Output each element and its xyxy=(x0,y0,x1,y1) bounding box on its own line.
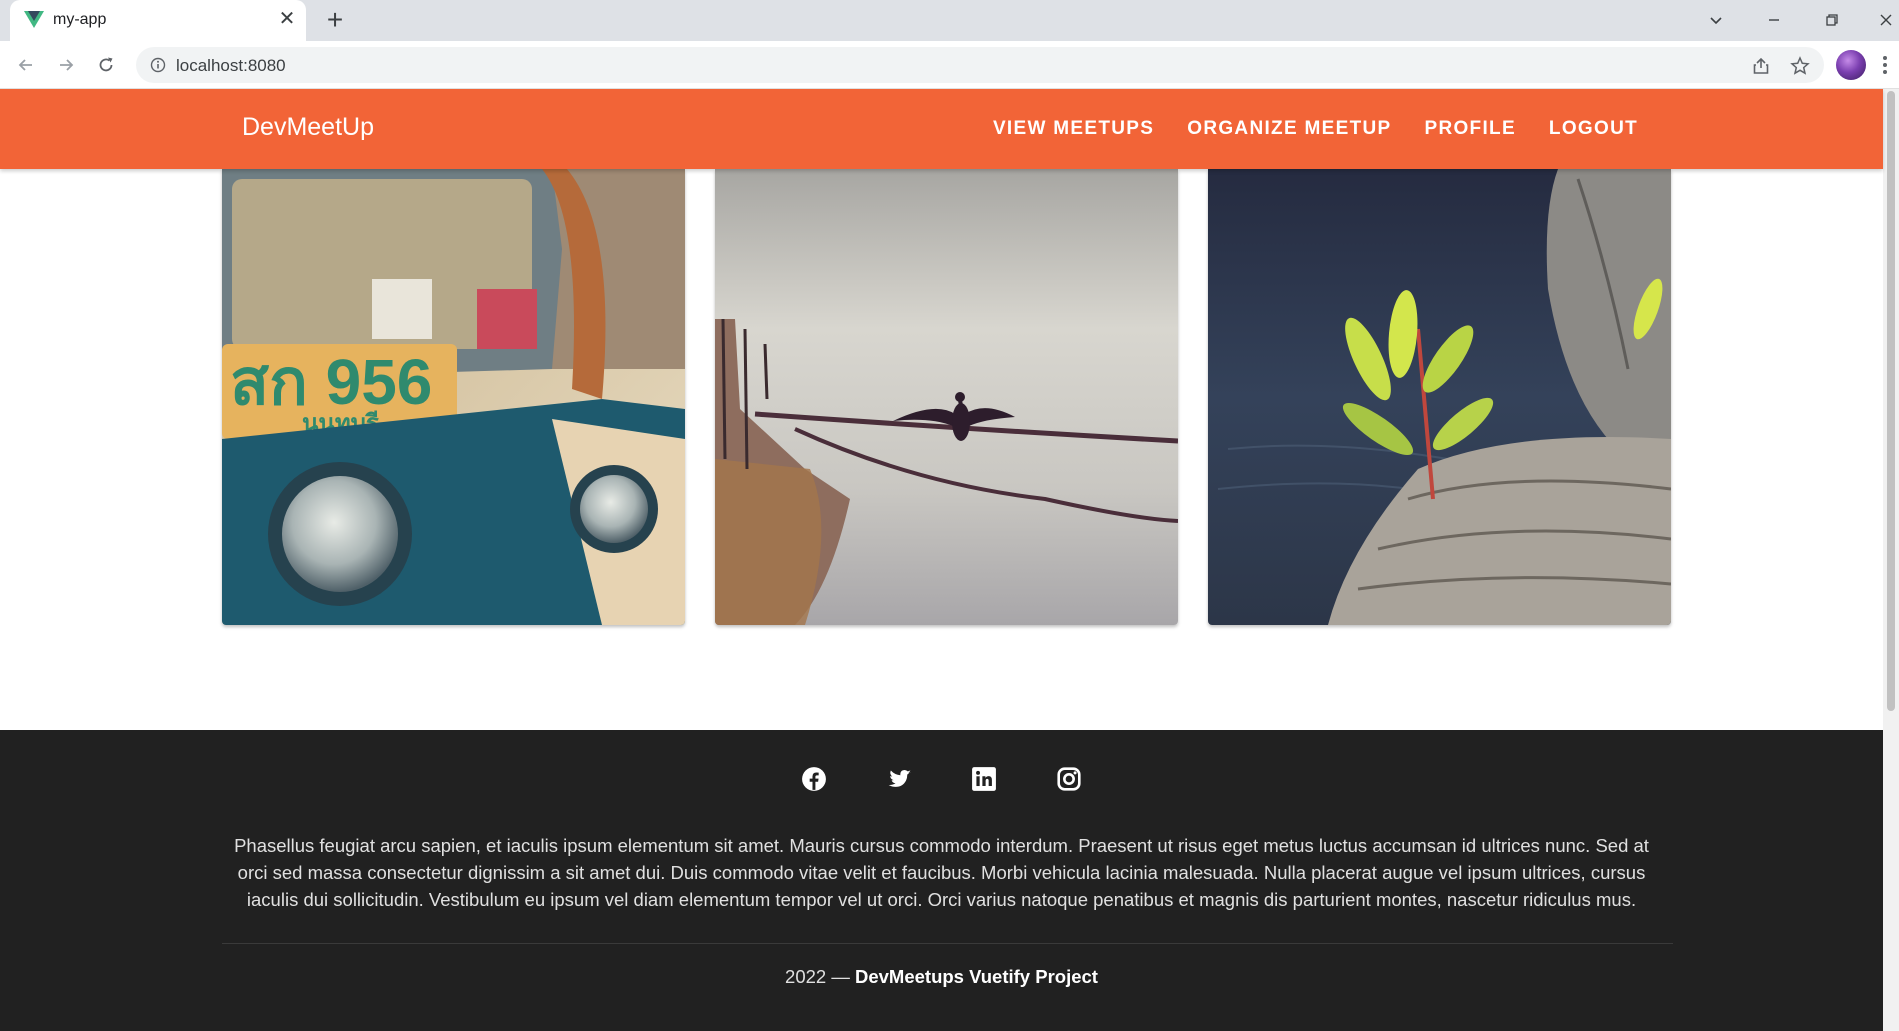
meetup-card[interactable] xyxy=(1208,169,1671,625)
plant-on-rock-photo xyxy=(1208,169,1671,625)
linkedin-icon[interactable] xyxy=(971,766,997,792)
plus-icon[interactable]: + xyxy=(320,6,350,35)
copyright-year: 2022 — xyxy=(785,966,850,987)
star-icon[interactable] xyxy=(1789,55,1811,77)
share-icon[interactable] xyxy=(1750,55,1772,77)
footer-description: Phasellus feugiat arcu sapien, et iaculi… xyxy=(234,835,1649,910)
page-scrollbar[interactable] xyxy=(1883,89,1899,1031)
social-links xyxy=(0,766,1883,792)
svg-text:สก 956: สก 956 xyxy=(230,346,432,418)
chevron-down-icon[interactable] xyxy=(1696,4,1736,36)
restore-icon[interactable] xyxy=(1812,4,1852,36)
cormorant-on-rope-photo xyxy=(715,169,1178,625)
footer-divider xyxy=(222,943,1673,944)
address-bar[interactable]: localhost:8080 xyxy=(136,47,1824,83)
back-arrow-icon[interactable] xyxy=(12,51,40,79)
copyright: 2022 — DevMeetups Vuetify Project xyxy=(0,966,1883,988)
meetup-card[interactable] xyxy=(715,169,1178,625)
instagram-icon[interactable] xyxy=(1056,766,1082,792)
nav-logout[interactable]: Logout xyxy=(1549,118,1638,140)
twitter-icon[interactable] xyxy=(886,766,912,792)
minimize-icon[interactable] xyxy=(1754,4,1794,36)
browser-tab[interactable]: my-app ✕ xyxy=(10,0,306,41)
facebook-icon[interactable] xyxy=(801,766,827,792)
tab-title: my-app xyxy=(53,11,107,28)
forward-arrow-icon[interactable] xyxy=(52,51,80,79)
main-nav: View Meetups Organize Meetup Profile Log… xyxy=(993,89,1638,169)
project-name: DevMeetups Vuetify Project xyxy=(854,966,1098,987)
page-viewport: DevMeetUp View Meetups Organize Meetup P… xyxy=(0,89,1899,1031)
more-vert-icon[interactable] xyxy=(1878,51,1892,79)
nav-organize-meetup[interactable]: Organize Meetup xyxy=(1187,118,1391,140)
meetup-card[interactable]: สก 956 นนทบุรี xyxy=(222,169,685,625)
brand-title[interactable]: DevMeetUp xyxy=(242,113,374,142)
app-page: DevMeetUp View Meetups Organize Meetup P… xyxy=(0,89,1883,1031)
browser-toolbar: localhost:8080 xyxy=(0,41,1899,89)
browser-tab-strip: my-app ✕ + xyxy=(0,0,1899,41)
reload-icon[interactable] xyxy=(92,51,120,79)
app-toolbar: DevMeetUp View Meetups Organize Meetup P… xyxy=(0,89,1883,169)
window-close-icon[interactable] xyxy=(1866,4,1899,36)
vue-favicon-icon xyxy=(24,11,44,28)
meetup-cards: สก 956 นนทบุรี xyxy=(0,169,1883,629)
info-icon[interactable] xyxy=(150,57,166,73)
footer: Phasellus feugiat arcu sapien, et iaculi… xyxy=(0,730,1883,1031)
nav-view-meetups[interactable]: View Meetups xyxy=(993,118,1154,140)
tuk-tuk-headlights-photo: สก 956 นนทบุรี xyxy=(222,169,685,625)
scrollbar-thumb[interactable] xyxy=(1887,91,1895,711)
close-icon[interactable]: ✕ xyxy=(276,8,298,30)
nav-profile[interactable]: Profile xyxy=(1424,118,1515,140)
profile-avatar[interactable] xyxy=(1836,50,1866,80)
url-text[interactable]: localhost:8080 xyxy=(176,56,286,76)
